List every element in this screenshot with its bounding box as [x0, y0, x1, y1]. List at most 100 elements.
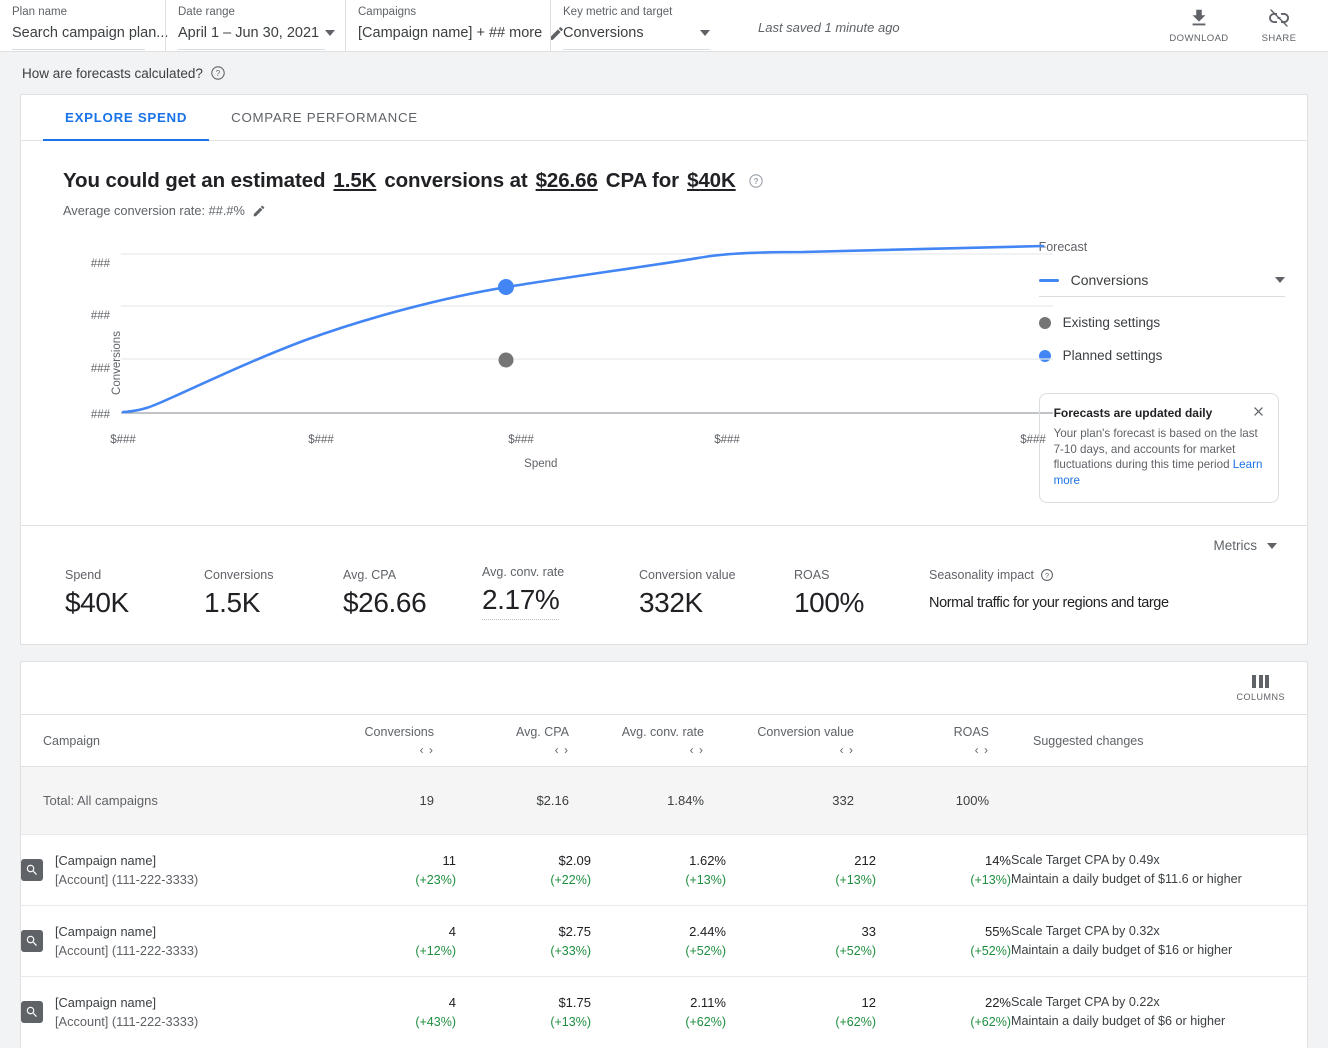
- help-circle-icon[interactable]: ?: [1040, 568, 1054, 582]
- total-row-suggested: [1011, 767, 1307, 835]
- metric-roas-value: 100%: [794, 586, 929, 620]
- legend-title: Forecast: [1039, 240, 1285, 254]
- campaign-cell[interactable]: [Campaign name] [Account] (111-222-3333): [21, 906, 321, 977]
- metric-spend-label: Spend: [65, 568, 204, 582]
- cell-conversions: 4 (+12%): [321, 906, 456, 977]
- top-toolbar: Plan name Search campaign plan... Date r…: [0, 0, 1328, 52]
- campaign-text: [Campaign name] [Account] (111-222-3333): [55, 851, 198, 889]
- metrics-header: Metrics: [21, 526, 1307, 553]
- cell-conversion-value-value: 212: [854, 853, 876, 868]
- pencil-icon[interactable]: [252, 204, 266, 218]
- metrics-button[interactable]: Metrics: [1214, 538, 1278, 553]
- sort-toggle-icon[interactable]: ‹ ›: [726, 743, 854, 757]
- seasonality-label-text: Seasonality impact: [929, 568, 1034, 582]
- campaign-account: [Account] (111-222-3333): [55, 1014, 198, 1029]
- download-button[interactable]: DOWNLOAD: [1172, 6, 1226, 44]
- cell-conversions-value: 4: [449, 995, 456, 1010]
- metric-select[interactable]: Conversions: [1039, 272, 1285, 297]
- metric-seasonality-impact: Seasonality impact ? Normal traffic for …: [929, 568, 1169, 620]
- headline-mid: conversions at: [384, 169, 527, 193]
- cell-roas: 14% (+13%): [876, 835, 1011, 906]
- cell-avg-cpa-value: $1.75: [558, 995, 591, 1010]
- svg-text:?: ?: [216, 69, 221, 78]
- column-header-campaign: Campaign: [21, 715, 321, 767]
- forecast-explainer-text: How are forecasts calculated?: [22, 66, 203, 81]
- cell-conversion-value-delta: (+13%): [726, 872, 876, 889]
- sort-toggle-icon[interactable]: ‹ ›: [876, 743, 989, 757]
- sort-toggle-icon[interactable]: ‹ ›: [456, 743, 569, 757]
- total-row-conversions: 19: [321, 767, 456, 835]
- campaigns-label: Campaigns: [358, 4, 530, 20]
- metric-avg-conv-rate: Avg. conv. rate 2.17%: [482, 565, 639, 620]
- column-header-avg-cpa[interactable]: Avg. CPA ‹ ›: [456, 715, 591, 767]
- column-header-conversion-value[interactable]: Conversion value ‹ ›: [726, 715, 876, 767]
- cell-suggested-changes: Scale Target CPA by 0.32x Maintain a dai…: [1011, 906, 1307, 977]
- last-saved-status: Last saved 1 minute ago: [758, 20, 900, 35]
- campaign-cell[interactable]: [Campaign name] [Account] (111-222-3333): [21, 835, 321, 906]
- column-header-roas[interactable]: ROAS ‹ ›: [876, 715, 1011, 767]
- tab-explore-spend[interactable]: EXPLORE SPEND: [43, 95, 209, 140]
- column-header-campaign-label: Campaign: [43, 734, 321, 748]
- metric-conversion-value-value: 332K: [639, 586, 794, 620]
- chevron-down-icon[interactable]: [1267, 543, 1277, 549]
- existing-settings-marker: [499, 353, 514, 368]
- cell-roas-delta: (+62%): [876, 1014, 1011, 1031]
- chevron-down-icon[interactable]: [325, 30, 335, 36]
- campaigns-field[interactable]: Campaigns [Campaign name] + ## more: [345, 0, 550, 52]
- columns-button[interactable]: COLUMNS: [1236, 675, 1285, 702]
- cell-avg-cpa-delta: (+22%): [456, 872, 591, 889]
- column-header-conversions[interactable]: Conversions ‹ ›: [321, 715, 456, 767]
- legend-item-existing-settings[interactable]: Existing settings: [1039, 315, 1285, 330]
- chevron-down-icon[interactable]: [1275, 277, 1285, 283]
- cell-avg-conv-rate-delta: (+62%): [591, 1014, 726, 1031]
- cell-roas-value: 22%: [985, 995, 1011, 1010]
- cell-conversions-delta: (+43%): [321, 1014, 456, 1031]
- tab-explore-spend-label: EXPLORE SPEND: [65, 110, 187, 125]
- total-row-name: Total: All campaigns: [21, 767, 321, 835]
- plan-name-label: Plan name: [12, 4, 145, 20]
- campaigns-value[interactable]: [Campaign name] + ## more: [358, 22, 542, 44]
- chevron-down-icon[interactable]: [700, 30, 710, 36]
- date-range-field[interactable]: Date range April 1 – Jun 30, 2021: [165, 0, 345, 52]
- tab-compare-performance[interactable]: COMPARE PERFORMANCE: [209, 95, 440, 140]
- total-row-avg-conv-rate: 1.84%: [591, 767, 726, 835]
- spend-conversions-chart[interactable]: Conversions ### ### ### ### $### $### $#…: [43, 238, 1039, 488]
- date-range-underline: [178, 49, 325, 50]
- help-circle-icon[interactable]: ?: [210, 65, 226, 81]
- plan-name-value[interactable]: Search campaign plan...: [12, 22, 168, 44]
- plan-name-field[interactable]: Plan name Search campaign plan...: [0, 0, 165, 52]
- sort-toggle-icon[interactable]: ‹ ›: [591, 743, 704, 757]
- metrics-summary-row: Spend $40K Conversions 1.5K Avg. CPA $26…: [21, 553, 1307, 644]
- cell-conversions: 11 (+23%): [321, 835, 456, 906]
- cell-avg-cpa: $1.75 (+13%): [456, 977, 591, 1048]
- campaign-cell[interactable]: [Campaign name] [Account] (111-222-3333): [21, 977, 321, 1048]
- sort-toggle-icon[interactable]: ‹ ›: [321, 743, 434, 757]
- metric-conversions: Conversions 1.5K: [204, 568, 343, 620]
- column-header-suggested-changes: Suggested changes: [1011, 715, 1307, 767]
- table-row[interactable]: [Campaign name] [Account] (111-222-3333)…: [21, 835, 1307, 906]
- date-range-value[interactable]: April 1 – Jun 30, 2021: [178, 22, 319, 44]
- column-header-conversions-label: Conversions: [321, 725, 434, 739]
- search-campaign-icon: [21, 1001, 43, 1023]
- campaign-account: [Account] (111-222-3333): [55, 943, 198, 958]
- key-metric-field[interactable]: Key metric and target Conversions: [550, 0, 730, 52]
- close-icon[interactable]: [1251, 404, 1266, 419]
- table-header-row: Campaign Conversions ‹ › Avg. CPA ‹ › Av…: [21, 715, 1307, 767]
- key-metric-value[interactable]: Conversions: [563, 22, 644, 44]
- column-header-avg-conv-rate-label: Avg. conv. rate: [591, 725, 704, 739]
- legend-item-planned-settings[interactable]: Planned settings: [1039, 348, 1285, 363]
- cell-avg-conv-rate: 2.44% (+52%): [591, 906, 726, 977]
- share-button[interactable]: SHARE: [1252, 6, 1306, 44]
- headline-spend: $40K: [687, 169, 736, 193]
- table-row[interactable]: [Campaign name] [Account] (111-222-3333)…: [21, 906, 1307, 977]
- search-campaign-icon: [21, 930, 43, 952]
- help-circle-icon[interactable]: ?: [748, 173, 764, 189]
- cell-roas-delta: (+52%): [876, 943, 1011, 960]
- forecast-explainer[interactable]: How are forecasts calculated? ?: [0, 52, 1328, 94]
- metric-avg-conv-rate-value[interactable]: 2.17%: [482, 583, 559, 620]
- cell-avg-cpa: $2.09 (+22%): [456, 835, 591, 906]
- table-row[interactable]: [Campaign name] [Account] (111-222-3333)…: [21, 977, 1307, 1048]
- cell-roas: 22% (+62%): [876, 977, 1011, 1048]
- column-header-avg-conv-rate[interactable]: Avg. conv. rate ‹ ›: [591, 715, 726, 767]
- cell-conversions-value: 4: [449, 924, 456, 939]
